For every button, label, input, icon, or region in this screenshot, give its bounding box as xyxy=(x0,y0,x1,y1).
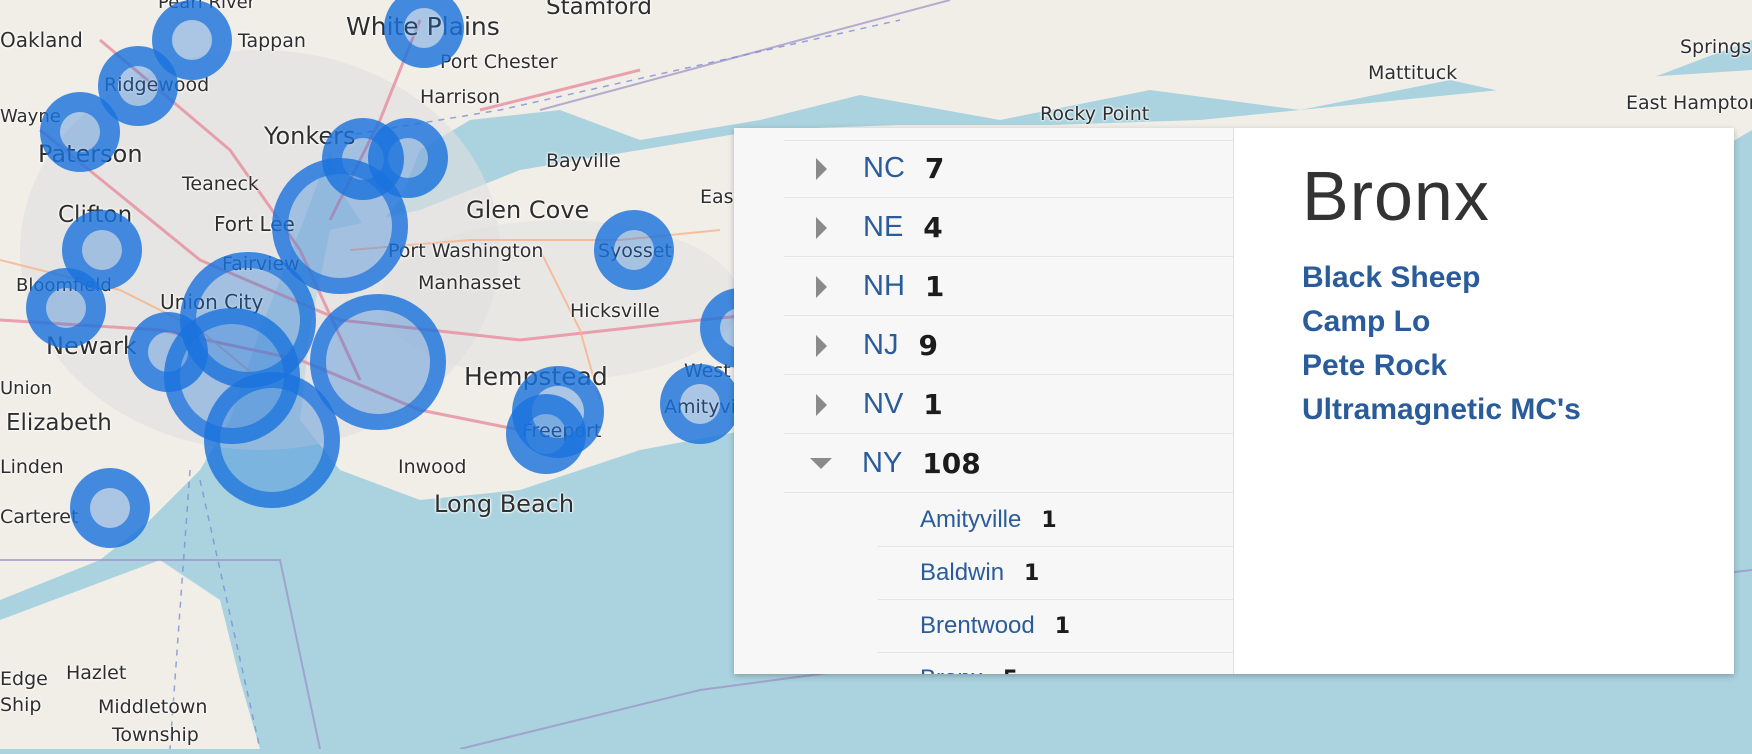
state-row-ny[interactable]: NY 108 xyxy=(784,435,1233,493)
place-label: Elizabeth xyxy=(6,410,112,436)
location-marker[interactable] xyxy=(40,92,120,172)
state-count: 9 xyxy=(918,329,938,362)
place-label: Long Beach xyxy=(434,490,575,518)
place-label: Township xyxy=(112,724,199,746)
place-label: Port Washington xyxy=(388,240,544,262)
location-marker[interactable] xyxy=(204,372,340,508)
state-count: 7 xyxy=(924,152,945,185)
place-label: Hazlet xyxy=(66,662,127,684)
state-code: NC xyxy=(863,152,905,184)
place-label: Manhasset xyxy=(418,272,521,294)
state-row-nv[interactable]: NV 1 xyxy=(784,376,1233,434)
place-label: Linden xyxy=(0,456,64,478)
artist-link[interactable]: Black Sheep xyxy=(1302,256,1734,300)
place-label: Inwood xyxy=(398,456,467,478)
detail-pane: Bronx Black Sheep Camp Lo Pete Rock Ultr… xyxy=(1234,128,1734,674)
place-label: Harrison xyxy=(420,86,501,108)
artist-link[interactable]: Pete Rock xyxy=(1302,344,1734,388)
place-label: Edge xyxy=(0,668,48,690)
place-label: Rocky Point xyxy=(1040,103,1150,125)
city-name: Baldwin xyxy=(920,559,1005,586)
location-marker[interactable] xyxy=(506,394,586,474)
caret-right-icon[interactable] xyxy=(816,334,827,357)
city-row[interactable]: Amityville 1 xyxy=(878,494,1233,547)
place-label: Bayville xyxy=(546,150,621,172)
city-name: Amityville xyxy=(920,506,1022,533)
location-marker[interactable] xyxy=(26,268,106,348)
info-panel: NC 7 NE 4 NH 1 NJ 9 NV 1 NY 108 Amityvil… xyxy=(734,128,1734,674)
caret-down-icon[interactable] xyxy=(810,458,832,469)
state-count: 4 xyxy=(923,211,943,244)
state-row-nc[interactable]: NC 7 xyxy=(784,140,1233,198)
state-count: 108 xyxy=(922,447,981,480)
location-marker[interactable] xyxy=(70,468,150,548)
place-label: Port Chester xyxy=(440,51,558,73)
place-label: Springs xyxy=(1680,36,1752,58)
place-label: Oakland xyxy=(0,28,83,52)
caret-right-icon[interactable] xyxy=(816,216,827,239)
state-row-ne[interactable]: NE 4 xyxy=(784,199,1233,257)
artist-link[interactable]: Ultramagnetic MC's xyxy=(1302,388,1734,432)
state-code: NH xyxy=(863,270,905,302)
artist-link[interactable]: Camp Lo xyxy=(1302,300,1734,344)
place-label: Teaneck xyxy=(182,173,259,195)
place-label: Stamford xyxy=(546,0,652,20)
state-code: NE xyxy=(863,211,904,243)
state-code: NJ xyxy=(863,329,899,361)
state-row-nj[interactable]: NJ 9 xyxy=(784,317,1233,375)
location-title: Bronx xyxy=(1302,157,1490,235)
location-marker[interactable] xyxy=(660,364,740,444)
city-count: 1 xyxy=(1041,507,1057,533)
place-label: Middletown xyxy=(98,696,208,718)
state-count: 1 xyxy=(923,388,943,421)
place-label: Tappan xyxy=(238,30,306,52)
state-code: NY xyxy=(862,447,903,479)
location-tree[interactable]: NC 7 NE 4 NH 1 NJ 9 NV 1 NY 108 Amityvil… xyxy=(734,128,1234,674)
city-count: 5 xyxy=(1003,667,1018,675)
caret-right-icon[interactable] xyxy=(816,393,827,416)
city-row[interactable]: Brentwood 1 xyxy=(878,600,1233,653)
place-label: Carteret xyxy=(0,506,79,528)
city-count: 1 xyxy=(1024,560,1040,586)
city-name: Brentwood xyxy=(920,612,1035,639)
city-count: 1 xyxy=(1054,613,1071,639)
state-code: NV xyxy=(863,388,904,420)
place-label: Union xyxy=(0,378,53,399)
city-row[interactable]: Bronx 5 xyxy=(878,653,1233,674)
place-label: Ship xyxy=(0,694,42,716)
place-label: East Hampton xyxy=(1626,92,1752,114)
caret-right-icon[interactable] xyxy=(816,157,827,180)
city-name: Bronx xyxy=(920,665,983,674)
place-label: Mattituck xyxy=(1368,62,1458,84)
city-row[interactable]: Baldwin 1 xyxy=(878,547,1233,600)
caret-right-icon[interactable] xyxy=(816,275,827,298)
location-marker[interactable] xyxy=(594,210,674,290)
state-row-nh[interactable]: NH 1 xyxy=(784,258,1233,316)
place-label: Glen Cove xyxy=(466,196,590,224)
state-count: 1 xyxy=(924,270,945,303)
place-label: Hicksville xyxy=(570,300,660,322)
